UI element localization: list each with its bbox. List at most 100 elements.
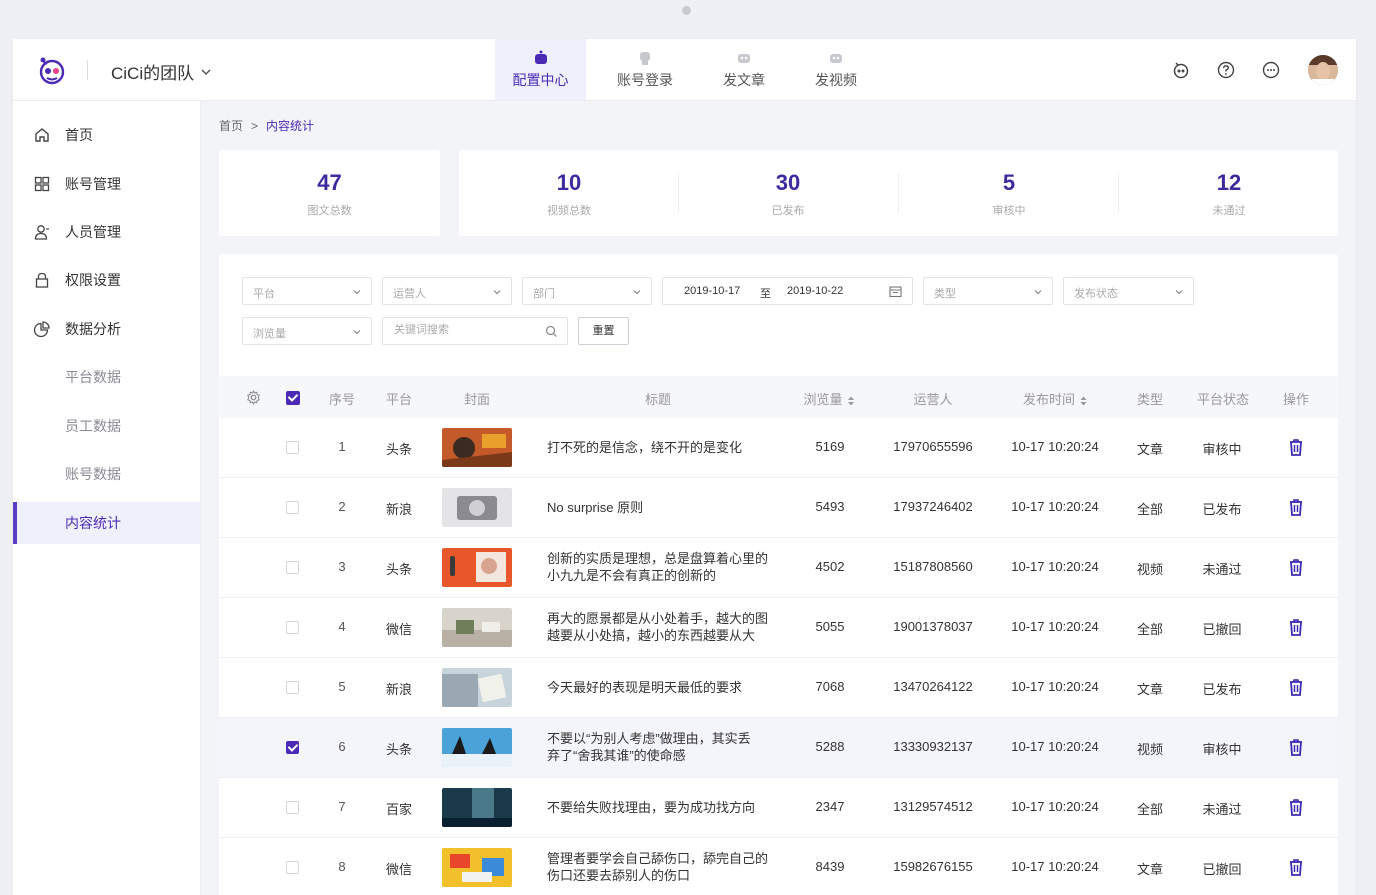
row-title[interactable]: 再大的愿景都是从小处着手，越大的图 越要从小处搞，越小的东西越要从大 — [547, 610, 787, 644]
sidebar-item-platform-data[interactable]: 平台数据 — [13, 356, 200, 398]
row-title[interactable]: 管理者要学会自己舔伤口，舔完自己的 伤口还要去舔别人的伤口 — [547, 850, 787, 884]
date-range-picker[interactable]: 2019-10-17 至 2019-10-22 — [662, 277, 913, 305]
tab-label: 配置中心 — [512, 72, 569, 88]
gear-icon[interactable] — [246, 390, 261, 405]
robot-icon[interactable] — [1171, 60, 1191, 80]
cover-thumbnail[interactable] — [442, 848, 512, 887]
cover-thumbnail[interactable] — [442, 488, 512, 527]
sidebar-item-account-data[interactable]: 账号数据 — [13, 453, 200, 495]
column-header: 平台 — [385, 392, 413, 407]
row-checkbox[interactable] — [286, 741, 299, 754]
sort-icon — [1080, 396, 1087, 406]
help-icon[interactable] — [1216, 60, 1236, 80]
more-icon[interactable] — [1261, 60, 1281, 80]
select-all-checkbox[interactable] — [286, 391, 300, 405]
platform-select[interactable]: 平台 — [242, 277, 372, 305]
row-checkbox[interactable] — [286, 441, 299, 454]
row-checkbox[interactable] — [286, 861, 299, 874]
table-row: 3 头条 创新的实质是理想，总是盘算着心里的 小九九是不会有真正的创新的 4502 151… — [219, 538, 1338, 598]
row-title[interactable]: 创新的实质是理想，总是盘算着心里的 小九九是不会有真正的创新的 — [547, 550, 787, 584]
row-title[interactable]: No surprise 原则 — [547, 499, 787, 516]
row-platform: 新浪 — [385, 682, 413, 697]
row-checkbox[interactable] — [286, 501, 299, 514]
sidebar-item-permissions[interactable]: 权限设置 — [13, 259, 200, 301]
select-placeholder: 部门 — [533, 288, 555, 300]
row-operator: 13330932137 — [893, 739, 973, 754]
title-line: 伤口还要去舔别人的伤口 — [547, 868, 691, 883]
row-title[interactable]: 不要给失败找理由，要为成功找方向 — [547, 799, 787, 816]
cover-thumbnail[interactable] — [442, 608, 512, 647]
row-index: 1 — [338, 439, 346, 454]
time-sort-header[interactable]: 发布时间 — [1023, 389, 1087, 408]
team-switcher[interactable]: CiCi的团队 — [111, 59, 212, 84]
row-platform: 微信 — [385, 622, 413, 637]
stat-item: 47 图文总数 — [219, 150, 440, 236]
trash-icon[interactable] — [1286, 497, 1306, 517]
search-input[interactable] — [392, 323, 546, 337]
chevron-down-icon — [1175, 290, 1183, 295]
row-checkbox[interactable] — [286, 621, 299, 634]
views-sort-header[interactable]: 浏览量 — [803, 389, 855, 408]
row-index: 4 — [338, 619, 346, 634]
breadcrumb: 首页 > 内容统计 — [219, 117, 314, 134]
trash-icon[interactable] — [1286, 557, 1306, 577]
row-title[interactable]: 打不死的是信念，绕不开的是变化 — [547, 439, 787, 456]
column-header: 运营人 — [913, 392, 953, 407]
table-row: 1 头条 打不死的是信念，绕不开的是变化 5169 17970655596 10-17 1… — [219, 418, 1338, 478]
trash-icon[interactable] — [1286, 797, 1306, 817]
row-publish-time: 10-17 10:20:24 — [1011, 739, 1099, 754]
row-operator: 15187808560 — [893, 559, 973, 574]
tab-label: 账号登录 — [617, 72, 673, 88]
search-icon[interactable] — [545, 325, 558, 338]
trash-icon[interactable] — [1286, 677, 1306, 697]
row-type: 视频 — [1136, 742, 1164, 757]
row-index: 5 — [338, 679, 346, 694]
type-select[interactable]: 类型 — [923, 277, 1053, 305]
title-line: 不要给失败找理由，要为成功找方向 — [547, 800, 756, 815]
row-views: 5288 — [815, 739, 845, 754]
sidebar-item-home[interactable]: 首页 — [13, 114, 200, 156]
sidebar-item-analytics[interactable]: 数据分析 — [13, 308, 200, 350]
stat-label: 未通过 — [1212, 205, 1246, 217]
operator-select[interactable]: 运营人 — [382, 277, 512, 305]
row-checkbox[interactable] — [286, 561, 299, 574]
publish-status-select[interactable]: 发布状态 — [1063, 277, 1194, 305]
cover-thumbnail[interactable] — [442, 788, 512, 827]
cover-thumbnail[interactable] — [442, 548, 512, 587]
row-publish-time: 10-17 10:20:24 — [1011, 859, 1099, 874]
row-index: 8 — [338, 859, 346, 874]
trash-icon[interactable] — [1286, 437, 1306, 457]
cover-thumbnail[interactable] — [442, 668, 512, 707]
sidebar-item-accounts[interactable]: 账号管理 — [13, 163, 200, 205]
stat-card-articles: 47 图文总数 — [219, 150, 440, 236]
tab-post-article[interactable]: 发文章 — [704, 39, 784, 100]
row-checkbox[interactable] — [286, 801, 299, 814]
user-icon — [34, 225, 49, 240]
cover-thumbnail[interactable] — [442, 728, 512, 767]
tab-config-center[interactable]: 配置中心 — [495, 39, 586, 100]
breadcrumb-home[interactable]: 首页 — [219, 117, 243, 134]
department-select[interactable]: 部门 — [522, 277, 652, 305]
sidebar-item-people[interactable]: 人员管理 — [13, 211, 200, 253]
reset-button[interactable]: 重置 — [578, 317, 629, 345]
tab-post-video[interactable]: 发视频 — [784, 39, 888, 100]
row-platform: 头条 — [385, 562, 413, 577]
column-header: 发布时间 — [1022, 392, 1076, 407]
row-checkbox[interactable] — [286, 681, 299, 694]
breadcrumb-separator: > — [251, 118, 259, 133]
row-status: 审核中 — [1202, 442, 1242, 457]
avatar[interactable] — [1308, 54, 1338, 85]
sidebar-item-staff-data[interactable]: 员工数据 — [13, 405, 200, 447]
sidebar-item-content-stats[interactable]: 内容统计 — [13, 502, 200, 544]
row-title[interactable]: 今天最好的表现是明天最低的要求 — [547, 679, 787, 696]
cover-thumbnail[interactable] — [442, 428, 512, 467]
trash-icon[interactable] — [1286, 617, 1306, 637]
row-title[interactable]: 不要以“为别人考虑”做理由，其实丢 弃了“舍我其谁”的使命感 — [547, 730, 787, 764]
top-nav: 配置中心 账号登录 发文章 发视频 — [495, 39, 888, 100]
table-header: 序号 平台 封面 标题 浏览量 运营人 发布时间 类型 平台状态 操作 — [219, 376, 1338, 418]
trash-icon[interactable] — [1286, 857, 1306, 877]
tab-account-login[interactable]: 账号登录 — [586, 39, 704, 100]
robot-icon — [738, 54, 750, 63]
views-select[interactable]: 浏览量 — [242, 317, 372, 345]
trash-icon[interactable] — [1286, 737, 1306, 757]
